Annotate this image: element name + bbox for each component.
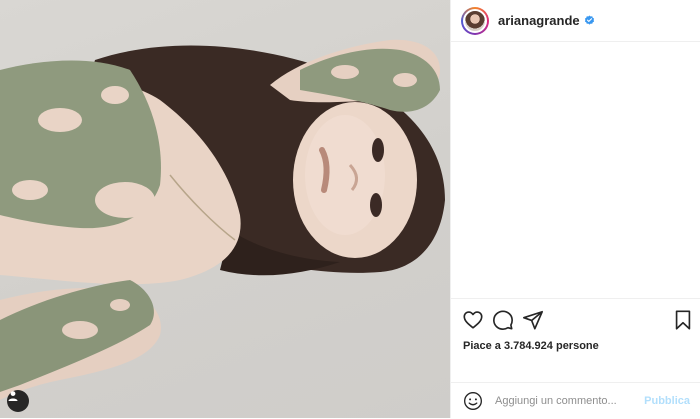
emoji-icon[interactable] [463, 391, 483, 411]
like-button[interactable] [462, 309, 484, 331]
share-icon [523, 310, 543, 330]
comments-area [451, 42, 700, 297]
username-link[interactable]: arianagrande [498, 13, 580, 28]
user-tag-icon [8, 391, 18, 401]
comment-icon [493, 310, 513, 330]
action-bar [451, 298, 700, 341]
post-photo-illustration [0, 39, 445, 400]
comment-bar: Pubblica [451, 382, 700, 419]
heart-icon [463, 311, 483, 329]
user-tag-button[interactable] [7, 390, 29, 412]
post-photo[interactable] [0, 0, 450, 418]
post-header: arianagrande [451, 0, 700, 42]
verified-badge-icon [584, 15, 594, 25]
likes-text: Piace a 3.784.924 persone [463, 340, 599, 352]
likes-count[interactable]: Piace a 3.784.924 persone [463, 340, 599, 352]
publish-button[interactable]: Pubblica [644, 395, 690, 407]
bookmark-icon [675, 310, 691, 330]
comment-input[interactable] [493, 394, 647, 408]
comment-button[interactable] [492, 309, 514, 331]
share-button[interactable] [522, 309, 544, 331]
avatar-image [463, 8, 487, 33]
save-button[interactable] [672, 309, 694, 331]
post-sidebar: arianagrande Piace a 3.784.924 persone A… [450, 0, 700, 418]
avatar[interactable] [461, 6, 489, 35]
instagram-post: arianagrande Piace a 3.784.924 persone A… [0, 0, 700, 418]
